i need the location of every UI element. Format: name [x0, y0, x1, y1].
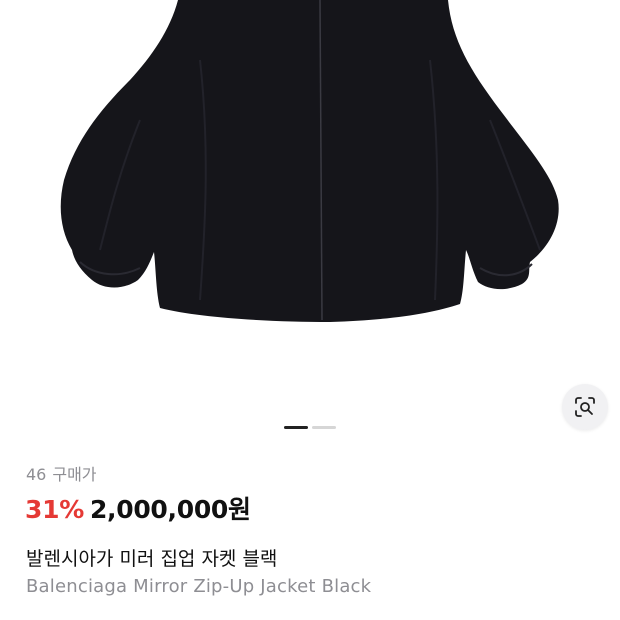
- purchase-count-number: 46: [26, 465, 47, 484]
- discount-rate: 31%: [25, 495, 84, 524]
- product-title: 발렌시아가 미러 집업 자켓 블랙: [26, 548, 278, 570]
- purchase-count-label: 구매가: [52, 465, 97, 484]
- purchase-count: 46 구매가: [26, 461, 97, 485]
- product-image[interactable]: [0, 0, 620, 400]
- product-subtitle: Balenciaga Mirror Zip-Up Jacket Black: [26, 576, 372, 597]
- carousel-indicator: [284, 426, 336, 429]
- carousel-dot[interactable]: [312, 426, 336, 429]
- visual-search-button[interactable]: [562, 384, 608, 430]
- price: 2,000,000원: [89, 495, 251, 524]
- carousel-dot-active[interactable]: [284, 426, 308, 429]
- visual-search-icon: [575, 397, 595, 417]
- jacket-photo: [60, 0, 559, 322]
- price-row: 31% 2,000,000원: [25, 490, 251, 526]
